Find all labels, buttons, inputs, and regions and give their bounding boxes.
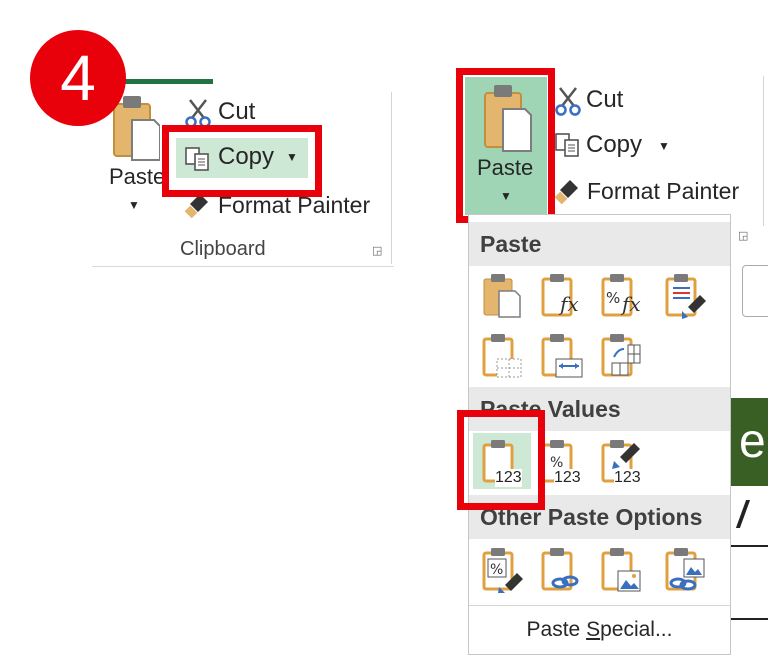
paintbrush-icon <box>554 180 578 204</box>
values-badge-text: 123 <box>554 469 581 487</box>
dialog-launcher-icon[interactable]: ◲ <box>738 229 748 242</box>
copy-icon <box>555 133 579 157</box>
cut-button[interactable]: Cut <box>554 84 644 116</box>
clipboard-group-label: Clipboard <box>180 238 266 260</box>
step-number-badge: 4 <box>30 30 126 126</box>
cut-button[interactable]: Cut <box>182 96 272 128</box>
scissors-icon <box>185 99 211 128</box>
values-source-formatting-button[interactable]: 123 <box>600 437 650 489</box>
copy-button[interactable]: Copy ▼ <box>554 130 684 162</box>
paste-special-rest: pecial... <box>600 618 673 641</box>
paste-highlight-box <box>456 68 555 223</box>
paste-formulas-icon[interactable]: fx <box>540 271 584 319</box>
paste-label: Paste <box>109 164 166 189</box>
svg-text:fx: fx <box>558 292 579 316</box>
ribbon-divider <box>391 92 392 264</box>
header-band-text: e <box>739 415 766 468</box>
copy-highlight-box <box>162 125 322 197</box>
svg-text:fx: fx <box>620 292 641 316</box>
chevron-down-icon: ▼ <box>128 198 140 212</box>
scissors-icon <box>555 87 581 116</box>
paste-special-prefix: Paste <box>526 618 587 641</box>
no-borders-icon[interactable] <box>481 331 525 379</box>
svg-text:%: % <box>490 562 503 578</box>
name-box[interactable] <box>742 265 768 317</box>
paste-link-icon[interactable] <box>540 545 584 593</box>
paste-icon[interactable] <box>481 271 525 319</box>
ribbon-bottom-line <box>92 266 394 267</box>
ribbon-divider <box>763 76 764 226</box>
ribbon-tab-underline <box>125 79 213 84</box>
paste-special-menu-item[interactable]: Paste Special... <box>469 607 730 653</box>
paste-formulas-number-format-icon[interactable]: % fx <box>600 271 644 319</box>
sheet-gridline <box>731 545 768 547</box>
dialog-launcher-icon[interactable]: ◲ <box>372 244 382 257</box>
copy-label: Copy <box>586 131 643 158</box>
keep-source-formatting-icon[interactable] <box>664 271 708 319</box>
format-painter-button[interactable]: Format Painter <box>554 176 759 208</box>
linked-picture-icon[interactable] <box>664 545 708 593</box>
paste-values-highlight-box <box>457 410 545 510</box>
keep-column-widths-icon[interactable] <box>540 331 584 379</box>
svg-text:%: % <box>606 289 620 307</box>
dropdown-divider <box>469 605 730 606</box>
paste-special-accelerator: S <box>586 618 601 641</box>
paste-formatting-icon[interactable]: % <box>481 545 525 593</box>
header-band: e <box>731 398 768 486</box>
cut-label: Cut <box>218 98 256 125</box>
format-painter-label: Format Painter <box>587 178 740 204</box>
paste-picture-icon[interactable] <box>600 545 644 593</box>
chevron-down-icon[interactable]: ▼ <box>658 139 670 153</box>
paste-section-heading: Paste <box>469 222 730 266</box>
values-badge-text: 123 <box>614 469 641 487</box>
transpose-icon[interactable] <box>600 331 644 379</box>
cut-label: Cut <box>586 86 624 113</box>
sheet-gridline <box>731 618 768 620</box>
values-number-format-button[interactable]: % 123 <box>540 437 590 489</box>
